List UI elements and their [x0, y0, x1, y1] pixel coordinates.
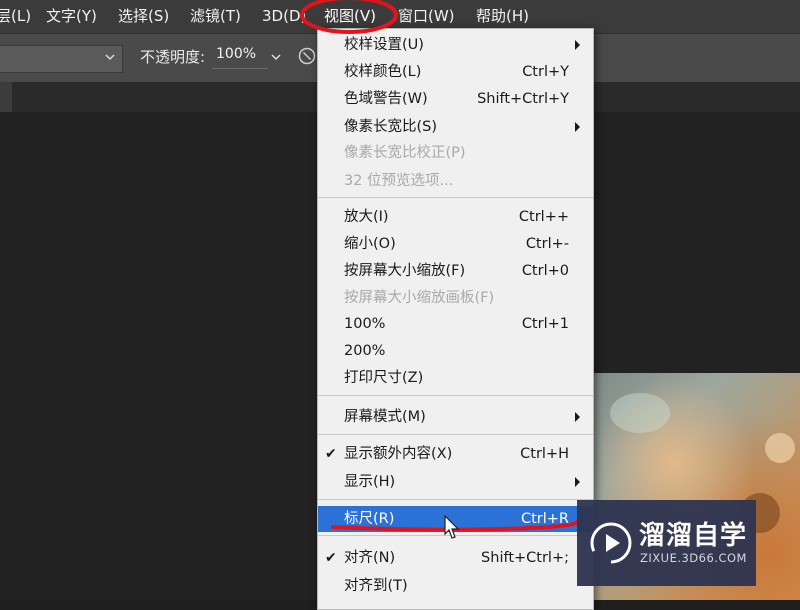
menu-item-fit-artboard: 按屏幕大小缩放画板(F)	[318, 285, 593, 311]
menu-item-label: 显示额外内容(X)	[344, 446, 453, 462]
menu-item-screen-mode[interactable]: 屏幕模式(M)	[318, 404, 593, 430]
menu-item-label: 显示(H)	[344, 474, 396, 490]
menu-item-label: 200%	[344, 343, 386, 359]
menu-separator	[318, 434, 593, 435]
menu-item-label: 像素长宽比校正(P)	[344, 145, 466, 161]
menu-item-label: 校样颜色(L)	[344, 64, 422, 80]
play-logo-icon	[590, 522, 632, 565]
menu-item-200-percent[interactable]: 200%	[318, 338, 593, 364]
menu-item-shortcut: Shift+Ctrl+Y	[477, 91, 569, 107]
menu-item-zoom-out[interactable]: 缩小(O) Ctrl+-	[318, 231, 593, 257]
menu-item-label: 对齐到(T)	[344, 578, 408, 594]
menu-item-extras[interactable]: ✔ 显示额外内容(X) Ctrl+H	[318, 441, 593, 467]
menu-item-fit-on-screen[interactable]: 按屏幕大小缩放(F) Ctrl+0	[318, 258, 593, 284]
submenu-arrow-icon	[575, 412, 580, 422]
menu-separator	[318, 197, 593, 198]
opacity-label: 不透明度:	[140, 48, 206, 66]
menu-item-shortcut: Ctrl+Y	[522, 64, 569, 80]
menu-separator	[318, 395, 593, 396]
menu-item-label: 像素长宽比(S)	[344, 119, 438, 135]
menu-item-label: 放大(I)	[344, 209, 389, 225]
menu-item-shortcut: Ctrl+H	[520, 446, 569, 462]
menu-select[interactable]: 选择(S)	[118, 0, 169, 33]
menu-item-label: 100%	[344, 316, 386, 332]
menu-item-label: 按屏幕大小缩放画板(F)	[344, 290, 495, 306]
chevron-down-icon[interactable]	[104, 51, 116, 63]
mouse-cursor-icon	[444, 515, 460, 539]
opacity-input[interactable]: 100%	[216, 46, 266, 62]
menu-type[interactable]: 文字(Y)	[46, 0, 97, 33]
menu-item-label: 屏幕模式(M)	[344, 409, 426, 425]
menu-item-shortcut: Ctrl+-	[525, 236, 569, 252]
menu-item-100-percent[interactable]: 100% Ctrl+1	[318, 311, 593, 337]
menu-item-proof-colors[interactable]: 校样颜色(L) Ctrl+Y	[318, 59, 593, 85]
clear-icon[interactable]	[298, 47, 316, 65]
submenu-arrow-icon	[575, 122, 580, 132]
menu-item-shortcut: Shift+Ctrl+;	[481, 550, 569, 566]
menu-item-show[interactable]: 显示(H)	[318, 469, 593, 495]
document-tab[interactable]	[0, 82, 12, 112]
menu-item-label: 按屏幕大小缩放(F)	[344, 263, 466, 279]
menu-item-label: 标尺(R)	[344, 511, 395, 527]
menu-item-print-size[interactable]: 打印尺寸(Z)	[318, 365, 593, 391]
menu-filter[interactable]: 滤镜(T)	[190, 0, 241, 33]
menu-layer[interactable]: 层(L)	[0, 0, 31, 33]
menu-item-snap[interactable]: ✔ 对齐(N) Shift+Ctrl+;	[318, 545, 593, 571]
menu-item-shortcut: Ctrl+R	[520, 511, 569, 527]
menu-separator	[318, 499, 593, 500]
menu-item-label: 打印尺寸(Z)	[344, 370, 424, 386]
menu-item-proof-setup[interactable]: 校样设置(U)	[318, 32, 593, 58]
menu-item-pixel-aspect-ratio[interactable]: 像素长宽比(S)	[318, 114, 593, 140]
menu-item-shortcut: Ctrl++	[518, 209, 569, 225]
menu-3d[interactable]: 3D(D)	[262, 0, 306, 33]
submenu-arrow-icon	[575, 40, 580, 50]
menu-item-gamut-warning[interactable]: 色域警告(W) Shift+Ctrl+Y	[318, 86, 593, 112]
watermark: 溜溜自学 ZIXUE.3D66.COM	[577, 500, 756, 586]
menu-item-32bit-preview-options: 32 位预览选项...	[318, 168, 593, 194]
menu-item-label: 缩小(O)	[344, 236, 396, 252]
menu-item-label: 色域警告(W)	[344, 91, 428, 107]
watermark-title: 溜溜自学	[639, 521, 748, 551]
menu-item-snap-to[interactable]: 对齐到(T)	[318, 573, 593, 599]
menu-item-label: 对齐(N)	[344, 550, 396, 566]
submenu-arrow-icon	[575, 477, 580, 487]
checkmark-icon: ✔	[325, 446, 337, 462]
menu-item-label: 校样设置(U)	[344, 37, 424, 53]
opacity-underline	[212, 68, 268, 69]
menu-item-label: 32 位预览选项...	[344, 173, 454, 189]
menu-item-pixel-aspect-correction: 像素长宽比校正(P)	[318, 140, 593, 166]
chevron-down-icon[interactable]	[270, 51, 282, 63]
watermark-subtitle: ZIXUE.3D66.COM	[640, 551, 747, 565]
menu-item-zoom-in[interactable]: 放大(I) Ctrl++	[318, 204, 593, 230]
menu-item-shortcut: Ctrl+1	[521, 316, 569, 332]
menu-item-shortcut: Ctrl+0	[521, 263, 569, 279]
checkmark-icon: ✔	[325, 550, 337, 566]
